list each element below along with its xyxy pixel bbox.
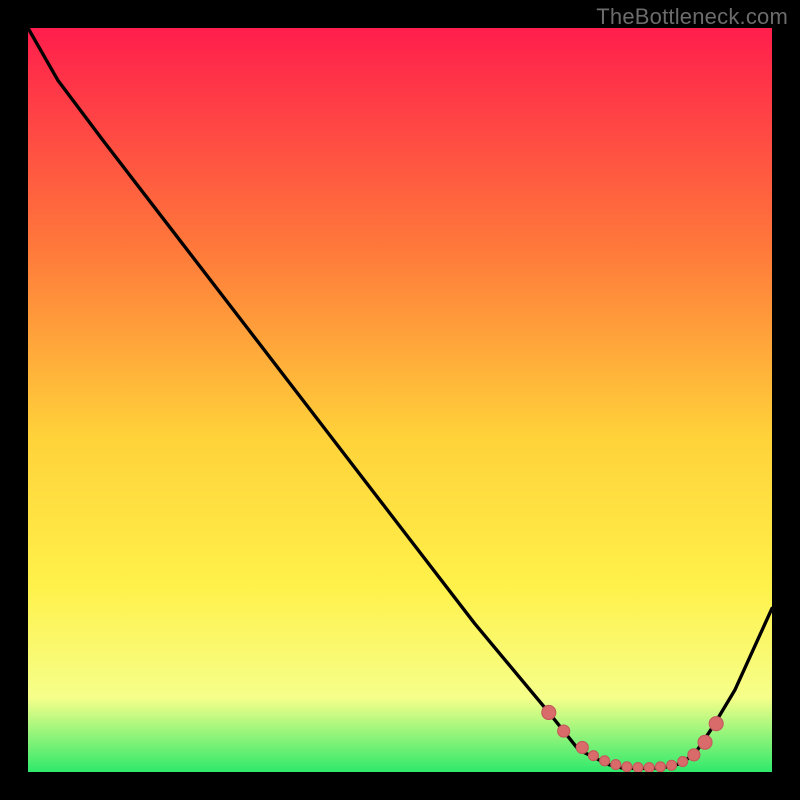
marker-dot (576, 741, 588, 753)
marker-dot (622, 762, 632, 772)
marker-dot (633, 763, 643, 772)
marker-dot (611, 760, 621, 770)
marker-dot (667, 760, 677, 770)
watermark-text: TheBottleneck.com (596, 4, 788, 30)
marker-dot (655, 762, 665, 772)
marker-dot (709, 717, 723, 731)
marker-dot (678, 757, 688, 767)
outer-frame: TheBottleneck.com (0, 0, 800, 800)
bottleneck-curve (28, 28, 772, 768)
marker-dot (698, 735, 712, 749)
marker-dot (600, 756, 610, 766)
marker-dot (558, 725, 570, 737)
marker-dot (542, 705, 556, 719)
plot-area (28, 28, 772, 772)
marker-dot (588, 751, 598, 761)
marker-dot (644, 763, 654, 772)
marker-dot (688, 749, 700, 761)
chart-svg (28, 28, 772, 772)
